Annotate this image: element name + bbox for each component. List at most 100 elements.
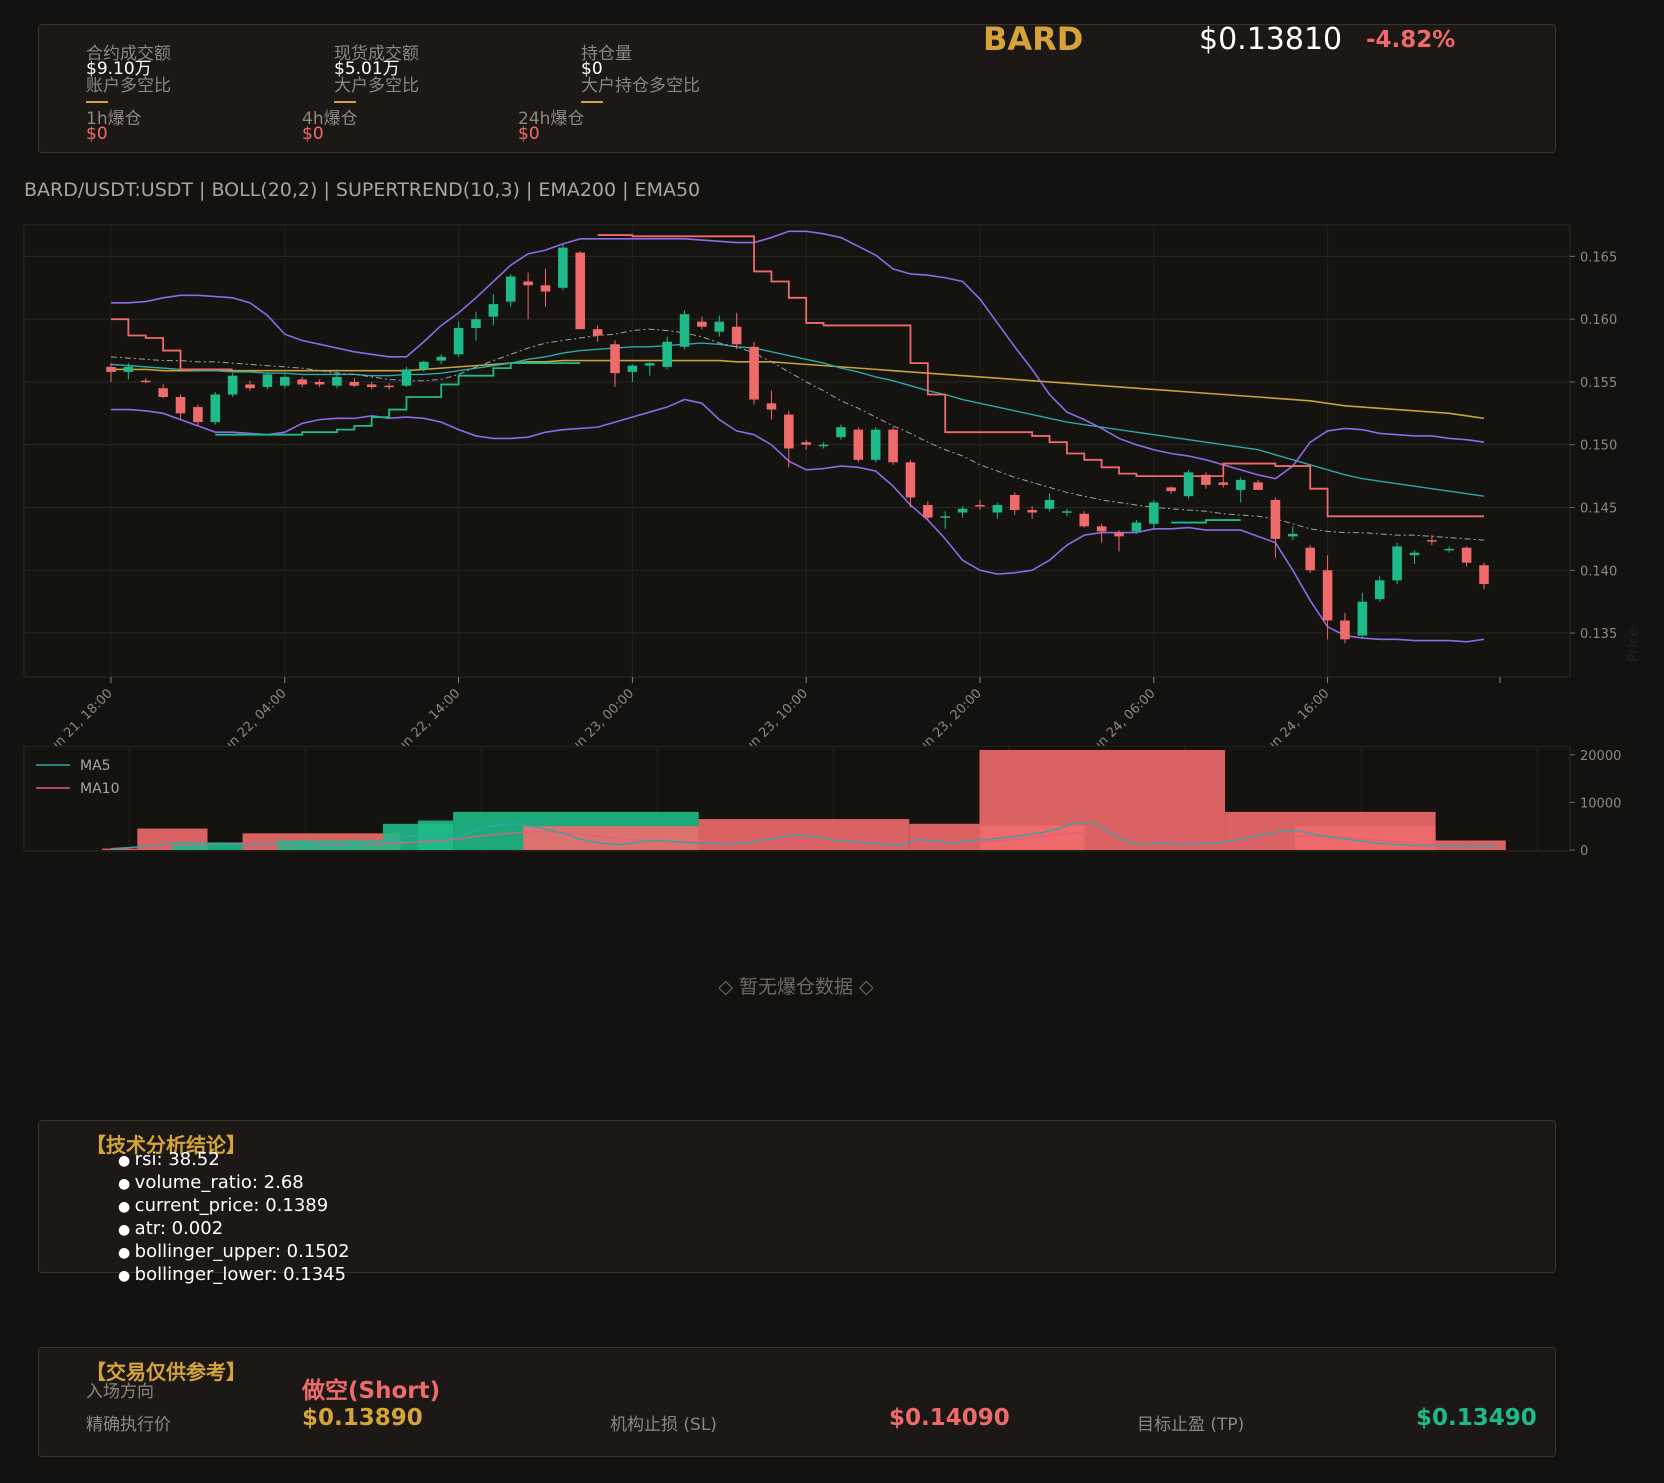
analysis-item-rsi: rsi: 38.52 bbox=[118, 1149, 350, 1172]
current-price: $0.13810 bbox=[1199, 22, 1343, 57]
candle-body bbox=[123, 366, 134, 372]
candle-body bbox=[436, 356, 446, 361]
x-tick-label: un 24, 16:00 bbox=[1263, 686, 1332, 750]
candle-body bbox=[314, 381, 325, 385]
analysis-item-current-price: current_price: 0.1389 bbox=[118, 1195, 350, 1218]
candle-body bbox=[227, 375, 238, 395]
candle-body bbox=[1009, 494, 1020, 511]
candle-body bbox=[471, 319, 481, 328]
trade-panel bbox=[38, 1347, 1556, 1457]
stop-loss-label: 机构止损 (SL) bbox=[610, 1415, 717, 1435]
candle-body bbox=[1201, 474, 1211, 485]
legend-ma10-label: MA10 bbox=[80, 781, 119, 797]
legend-ma5-label: MA5 bbox=[80, 758, 111, 774]
candle-body bbox=[1027, 510, 1037, 513]
candle-body bbox=[1427, 540, 1437, 542]
candle-body bbox=[540, 285, 551, 292]
candle-body bbox=[280, 376, 290, 386]
x-tick-label: un 23, 20:00 bbox=[916, 686, 985, 750]
candle-body bbox=[1096, 526, 1107, 532]
candle-body bbox=[1235, 479, 1246, 490]
volume-y-axis: 0 10000 20000 bbox=[1570, 749, 1621, 859]
liq-24h-value: $0 bbox=[518, 124, 540, 144]
liq-4h-value: $0 bbox=[302, 124, 324, 144]
liq-1h-value: $0 bbox=[86, 124, 108, 144]
candle-body bbox=[870, 429, 881, 460]
candle-body bbox=[332, 376, 342, 386]
whale-ratio-label: 大户多空比 bbox=[334, 76, 419, 96]
entry-price-label: 精确执行价 bbox=[86, 1415, 171, 1435]
candle-body bbox=[957, 508, 968, 513]
volume-bar bbox=[698, 819, 910, 850]
price-tick-label: 0.165 bbox=[1580, 250, 1617, 265]
candle-body bbox=[505, 276, 516, 302]
candle-body bbox=[766, 403, 777, 410]
volume-tick-label: 10000 bbox=[1580, 796, 1621, 811]
candle-body bbox=[975, 504, 985, 507]
candle-body bbox=[349, 381, 360, 386]
candle-body bbox=[888, 429, 898, 463]
analysis-item-bollinger-upper: bollinger_upper: 0.1502 bbox=[118, 1241, 350, 1264]
x-tick-label: un 24, 06:00 bbox=[1089, 686, 1158, 750]
candle-body bbox=[175, 397, 186, 414]
symbol-title: BARD bbox=[983, 20, 1084, 58]
volume-tick-label: 20000 bbox=[1580, 749, 1621, 764]
candle-body bbox=[262, 374, 273, 387]
price-tick-label: 0.155 bbox=[1580, 376, 1617, 391]
x-tick-label: un 22, 04:00 bbox=[220, 686, 289, 750]
entry-price-value: $0.13890 bbox=[302, 1405, 423, 1431]
x-tick-label: un 23, 00:00 bbox=[568, 686, 637, 750]
candle-body bbox=[1044, 499, 1055, 509]
candle-body bbox=[592, 329, 603, 336]
price-x-axis: un 21, 18:00 un 22, 04:00 un 22, 14:00 un 2… bbox=[47, 677, 1501, 750]
candle-body bbox=[1444, 548, 1455, 551]
candle-body bbox=[940, 516, 951, 518]
candle-body bbox=[1270, 499, 1281, 539]
candle-body bbox=[784, 414, 794, 449]
candle-body bbox=[731, 326, 742, 345]
analysis-item-bollinger-lower: bollinger_lower: 0.1345 bbox=[118, 1264, 350, 1287]
price-change: -4.82% bbox=[1366, 27, 1456, 53]
candle-body bbox=[1479, 565, 1489, 585]
price-tick-label: 0.135 bbox=[1580, 627, 1617, 642]
candle-body bbox=[523, 281, 533, 286]
candle-body bbox=[106, 366, 116, 372]
price-tick-label: 0.145 bbox=[1580, 502, 1617, 517]
volume-chart[interactable]: 0 10000 20000 MA5 MA10 bbox=[0, 746, 1664, 866]
candle-body bbox=[836, 427, 846, 438]
candle-body bbox=[1392, 546, 1402, 581]
candle-body bbox=[140, 380, 151, 383]
candle-body bbox=[853, 429, 864, 460]
candle-body bbox=[1409, 552, 1420, 556]
candle-body bbox=[488, 304, 499, 317]
candle-body bbox=[1253, 482, 1263, 490]
candle-body bbox=[1305, 547, 1315, 571]
candle-body bbox=[697, 321, 707, 327]
price-tick-label: 0.140 bbox=[1580, 564, 1617, 579]
candle-body bbox=[158, 388, 168, 398]
volume-tick-label: 0 bbox=[1580, 844, 1588, 859]
no-liquidation-notice: ◇ 暂无爆仓数据 ◇ bbox=[718, 976, 874, 998]
candle-body bbox=[1149, 502, 1159, 524]
candle-body bbox=[905, 462, 916, 498]
stop-loss-value: $0.14090 bbox=[889, 1405, 1010, 1431]
account-ratio-underline bbox=[86, 101, 108, 103]
candle-body bbox=[575, 252, 586, 330]
volume-bar bbox=[418, 820, 454, 850]
candle-body bbox=[401, 369, 412, 386]
candle-body bbox=[714, 321, 725, 332]
candle-body bbox=[453, 327, 464, 355]
price-y-axis: 0.135 0.140 0.145 0.150 0.155 0.160 0.165 bbox=[1570, 250, 1617, 642]
analysis-item-volume-ratio: volume_ratio: 2.68 bbox=[118, 1172, 350, 1195]
candle-body bbox=[558, 247, 568, 288]
analysis-list: rsi: 38.52 volume_ratio: 2.68 current_pr… bbox=[118, 1149, 350, 1287]
candle-body bbox=[1288, 533, 1298, 537]
volume-bar bbox=[909, 823, 980, 850]
candle-body bbox=[1114, 532, 1124, 537]
candle-body bbox=[1374, 580, 1385, 600]
candle-body bbox=[801, 442, 811, 445]
candle-body bbox=[1183, 472, 1194, 497]
price-tick-label: 0.150 bbox=[1580, 439, 1617, 454]
analysis-item-atr: atr: 0.002 bbox=[118, 1218, 350, 1241]
price-chart[interactable]: 0.135 0.140 0.145 0.150 0.155 0.160 0.165 un 2… bbox=[0, 210, 1664, 750]
